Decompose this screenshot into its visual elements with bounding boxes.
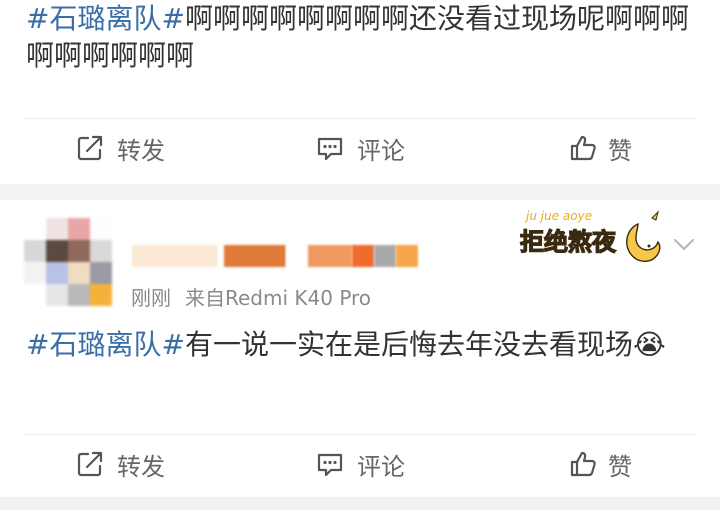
- like-label: 赞: [608, 452, 632, 481]
- comment-label: 评论: [357, 452, 405, 481]
- repost-label: 转发: [117, 136, 165, 165]
- comment-button[interactable]: 评论: [240, 118, 480, 178]
- repost-button[interactable]: 转发: [0, 434, 240, 494]
- post-body: 有一说一实在是后悔去年没去看现场: [184, 328, 633, 361]
- post-card-1: #石璐离队#啊啊啊啊啊啊啊啊还没看过现场呢啊啊啊啊啊啊啊啊啊 转发 评论 赞: [0, 0, 720, 184]
- post-source: 来自Redmi K40 Pro: [185, 286, 372, 310]
- topic-link[interactable]: #石璐离队#: [26, 328, 185, 361]
- repost-label: 转发: [117, 452, 165, 481]
- post-text: #石璐离队#有一说一实在是后悔去年没去看现场😭: [26, 326, 694, 363]
- chevron-down-icon[interactable]: [672, 234, 696, 254]
- crying-emoji: 😭: [632, 328, 666, 361]
- repost-button[interactable]: 转发: [0, 118, 240, 178]
- like-icon: [570, 135, 596, 161]
- like-label: 赞: [608, 136, 632, 165]
- repost-icon: [77, 451, 103, 477]
- comment-icon: [317, 137, 343, 161]
- comment-icon: [317, 453, 343, 477]
- post-time: 刚刚: [131, 286, 171, 310]
- badge-pinyin: ju jue aoye: [524, 209, 592, 223]
- username-obscured[interactable]: [132, 244, 444, 268]
- post-meta: 刚刚 来自Redmi K40 Pro: [131, 282, 371, 311]
- post-text: #石璐离队#啊啊啊啊啊啊啊啊还没看过现场呢啊啊啊啊啊啊啊啊啊: [26, 0, 694, 74]
- badge-sticker: ju jue aoye 拒绝熬夜: [519, 209, 661, 262]
- avatar[interactable]: [24, 218, 112, 306]
- topic-link[interactable]: #石璐离队#: [26, 2, 185, 35]
- like-button[interactable]: 赞: [480, 118, 720, 178]
- divider: [24, 434, 696, 435]
- divider: [24, 118, 696, 119]
- like-icon: [570, 451, 596, 477]
- comment-label: 评论: [357, 136, 405, 165]
- repost-icon: [77, 135, 103, 161]
- comment-button[interactable]: 评论: [240, 434, 480, 494]
- badge-text: 拒绝熬夜: [520, 228, 617, 256]
- action-bar: 转发 评论 赞: [0, 118, 720, 178]
- like-button[interactable]: 赞: [480, 434, 720, 494]
- action-bar: 转发 评论 赞: [0, 434, 720, 494]
